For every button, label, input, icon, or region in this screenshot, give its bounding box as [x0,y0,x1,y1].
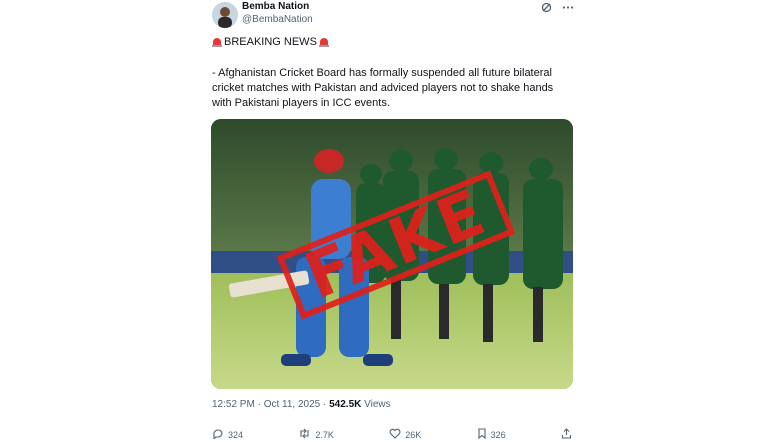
author-name[interactable]: Bemba Nation [242,1,309,12]
action-bar: 324 2.7K 26K 326 [212,428,572,442]
tweet-card: Bemba Nation @BembaNation BREAKING NEWS … [204,0,580,441]
like-icon [389,428,401,442]
siren-icon [318,37,329,47]
breaking-news-label: BREAKING NEWS [224,36,317,48]
views-label: Views [361,399,391,410]
more-options-icon[interactable] [562,2,574,16]
reply-button[interactable]: 324 [212,428,243,442]
breaking-news-line: BREAKING NEWS [212,36,329,48]
siren-icon [212,37,222,47]
bookmark-button[interactable]: 326 [477,428,506,442]
share-button[interactable] [561,428,572,442]
retweet-icon [298,428,311,442]
bookmark-icon [477,428,487,442]
grok-icon[interactable] [541,2,552,16]
repost-button[interactable]: 2.7K [298,428,334,442]
like-button[interactable]: 26K [389,428,421,442]
repost-count: 2.7K [315,430,334,440]
post-timestamp[interactable]: 12:52 PM · Oct 11, 2025 · [212,399,329,410]
header-actions [541,2,574,16]
reply-count: 324 [228,430,244,440]
post-meta: 12:52 PM · Oct 11, 2025 · 542.5K Views [212,399,391,410]
views-count: 542.5K [329,399,362,410]
avatar[interactable] [212,2,238,28]
post-text: - Afghanistan Cricket Board has formally… [212,67,554,109]
bookmark-count: 326 [490,430,506,440]
post-image[interactable]: FAKE [211,119,573,389]
author-handle[interactable]: @BembaNation [242,14,313,25]
like-count: 26K [405,430,422,440]
reply-icon [212,428,224,442]
share-icon [561,428,572,442]
